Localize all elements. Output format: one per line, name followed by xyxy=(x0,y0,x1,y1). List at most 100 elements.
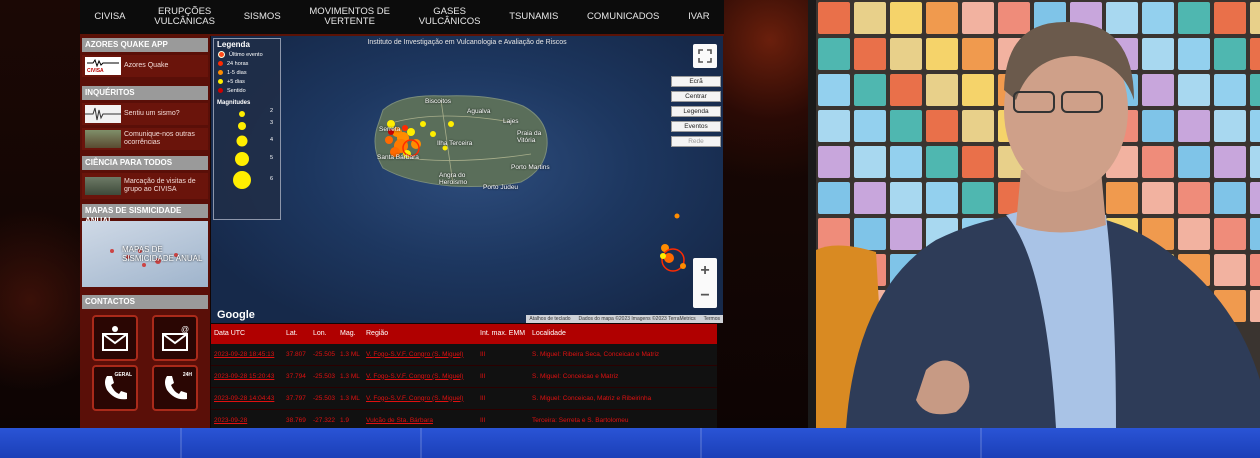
legend-label: Último evento xyxy=(229,51,263,58)
magnitudes-title: Magnitudes xyxy=(217,100,251,106)
legend-button[interactable]: Legenda xyxy=(671,106,721,117)
col-intensity[interactable]: Int. max. EMM xyxy=(480,330,532,338)
report-occurrence-link[interactable]: Comunique-nos outras ocorrências xyxy=(82,128,208,150)
broadcast-lower-band xyxy=(0,428,1260,458)
table-row[interactable]: 2023-09-28 18:45:13 37.807 -25.505 1.3 M… xyxy=(211,344,717,366)
wall-tile xyxy=(854,74,886,106)
map-title: Instituto de Investigação em Vulcanologi… xyxy=(367,39,567,46)
legend-item: 24 horas xyxy=(214,59,280,68)
table-header: Data UTC Lat. Lon. Mag. Região Int. max.… xyxy=(211,324,717,344)
table-row[interactable]: 2023-09-28 15:20:43 37.794 -25.503 1.3 M… xyxy=(211,366,717,388)
cell-region[interactable]: V. Fogo-S.V.F. Congro (S. Miguel) xyxy=(366,351,480,359)
annual-seismicity-map-thumb[interactable]: MAPAS DE SISMICIDADE ANUAL xyxy=(82,221,208,287)
cell-region[interactable]: V. Fogo-S.V.F. Congro (S. Miguel) xyxy=(366,395,480,403)
zoom-in-button[interactable]: + xyxy=(693,258,717,283)
cell-date[interactable]: 2023-09-28 xyxy=(211,417,286,425)
wall-tile xyxy=(854,2,886,34)
magnitude-dot xyxy=(238,122,246,130)
cell-intensity: III xyxy=(480,416,486,424)
network-button[interactable]: Rede xyxy=(671,136,721,147)
map-controls: Ecrã Centrar Legenda Eventos Rede xyxy=(671,76,721,151)
wall-tile xyxy=(1214,38,1246,70)
nav-movimentos[interactable]: MOVIMENTOS DE VERTENTE xyxy=(309,7,390,27)
nav-comunicados[interactable]: COMUNICADOS xyxy=(587,12,659,22)
wall-tile xyxy=(1142,110,1174,142)
events-button[interactable]: Eventos xyxy=(671,121,721,132)
screen-button[interactable]: Ecrã xyxy=(671,76,721,87)
map-legend: Legenda Último evento 24 horas 1-5 dias … xyxy=(213,38,281,220)
email-at-button[interactable]: @ xyxy=(152,315,198,361)
legend-dot xyxy=(218,61,223,66)
sidebar: AZORES QUAKE APP CIVISA Azores Quake INQ… xyxy=(80,36,210,428)
col-mag[interactable]: Mag. xyxy=(340,330,366,338)
magnitude-label: 2 xyxy=(270,108,274,114)
felt-quake-label: Sentiu um sismo? xyxy=(124,110,180,117)
quake-app-link[interactable]: CIVISA Azores Quake xyxy=(82,55,208,77)
cell-region[interactable]: Vulcão de Sta. Bárbara xyxy=(366,417,480,425)
cell-lat: 37.794 xyxy=(286,372,306,380)
cell-locality: Terceira: Serreta e S. Bartolomeu xyxy=(532,416,629,424)
magnitude-label: 6 xyxy=(270,176,274,182)
google-logo: Google xyxy=(217,309,255,321)
wall-tile xyxy=(818,74,850,106)
table-row[interactable]: 2023-09-28 38.769 -27.322 1.9 Vulcão de … xyxy=(211,410,717,428)
table-row[interactable]: 2023-09-28 14:04:43 37.797 -25.503 1.3 M… xyxy=(211,388,717,410)
wall-tile xyxy=(962,38,994,70)
magnitude-row: 2 xyxy=(214,108,280,120)
group-photo xyxy=(85,177,121,195)
phone-general-button[interactable]: GERAL xyxy=(92,365,138,411)
wall-tile xyxy=(890,146,922,178)
wall-tile xyxy=(926,38,958,70)
col-lat[interactable]: Lat. xyxy=(286,330,313,338)
wall-tile xyxy=(854,110,886,142)
col-lon[interactable]: Lon. xyxy=(313,330,340,338)
nav-tsunamis[interactable]: TSUNAMIS xyxy=(509,12,558,22)
legend-dot xyxy=(218,51,225,58)
section-inqueritos: INQUÉRITOS Sentiu um sismo? Comunique-no… xyxy=(82,86,208,150)
wall-tile xyxy=(854,182,886,214)
wall-tile xyxy=(1250,2,1260,34)
col-region[interactable]: Região xyxy=(366,330,480,338)
keyboard-shortcuts-link[interactable]: Atalhos de teclado xyxy=(529,315,570,323)
section-title: INQUÉRITOS xyxy=(82,86,208,100)
wall-tile xyxy=(1250,290,1260,322)
place-porto-martins: Porto Martins xyxy=(511,164,550,171)
svg-text:@: @ xyxy=(181,325,189,334)
nav-sismos[interactable]: SISMOS xyxy=(244,12,281,22)
place-angra: Angra do Heroísmo xyxy=(439,172,468,186)
phone-24h-button[interactable]: 24H xyxy=(152,365,198,411)
email-person-button[interactable] xyxy=(92,315,138,361)
felt-quake-link[interactable]: Sentiu um sismo? xyxy=(82,103,208,125)
zoom-out-button[interactable]: − xyxy=(693,283,717,308)
group-visit-link[interactable]: Marcação de visitas de grupo ao CIVISA xyxy=(82,173,208,199)
col-locality[interactable]: Localidade xyxy=(532,330,712,338)
col-date[interactable]: Data UTC xyxy=(211,330,286,338)
top-navigation: CIVISA ERUPÇÕES VULCÂNICAS SISMOS MOVIME… xyxy=(80,0,724,36)
zoom-control: + − xyxy=(693,258,717,308)
seismic-map[interactable]: Biscoitos Agualva Lajes Serreta Ilha Ter… xyxy=(211,36,723,323)
wall-tile xyxy=(998,2,1030,34)
cell-date[interactable]: 2023-09-28 18:45:13 xyxy=(211,351,286,359)
nav-civisa[interactable]: CIVISA xyxy=(94,12,125,22)
wall-tile xyxy=(1142,182,1174,214)
cell-date[interactable]: 2023-09-28 14:04:43 xyxy=(211,395,286,403)
magnitude-row: 4 xyxy=(214,133,280,149)
wall-tile xyxy=(1250,218,1260,250)
nav-ivar[interactable]: IVAR xyxy=(688,12,709,22)
wall-tile xyxy=(1178,218,1210,250)
nav-gases[interactable]: GASES VULCÂNICOS xyxy=(419,7,481,27)
center-button[interactable]: Centrar xyxy=(671,91,721,102)
legend-label: +5 dias xyxy=(227,78,245,85)
magnitude-dot xyxy=(235,152,249,166)
magnitude-label: 4 xyxy=(270,137,274,143)
nav-erupcoes[interactable]: ERUPÇÕES VULCÂNICAS xyxy=(154,7,215,27)
terms-link[interactable]: Termos xyxy=(704,315,720,323)
cell-region[interactable]: V. Fogo-S.V.F. Congro (S. Miguel) xyxy=(366,373,480,381)
fullscreen-icon xyxy=(698,49,712,63)
band-stripe xyxy=(700,428,702,458)
seismogram-wave-icon xyxy=(85,107,121,121)
place-ilha-terceira: Ilha Terceira xyxy=(437,140,473,147)
cell-date[interactable]: 2023-09-28 15:20:43 xyxy=(211,373,286,381)
fullscreen-button[interactable] xyxy=(693,44,717,68)
wall-tile xyxy=(854,38,886,70)
